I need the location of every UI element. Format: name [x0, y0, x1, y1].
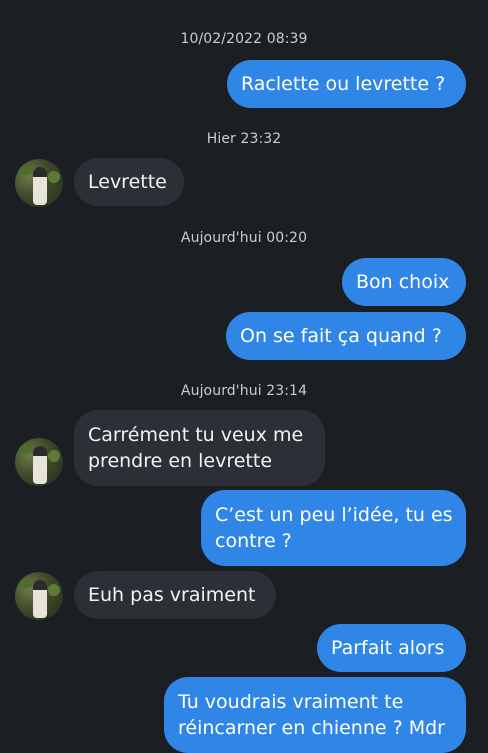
- message-text: Euh pas vraiment: [88, 584, 256, 606]
- timestamp: Aujourd'hui 00:20: [180, 230, 308, 246]
- message-text-line: C’est un peu l’idée, tu es: [215, 504, 453, 526]
- message-bubble-outgoing[interactable]: Parfait alors: [317, 624, 466, 672]
- message-bubble-outgoing[interactable]: Bon choix: [342, 258, 466, 306]
- message-text: Raclette ou levrette ?: [241, 73, 446, 95]
- message-text: Bon choix: [356, 271, 450, 293]
- contact-avatar[interactable]: [15, 159, 63, 207]
- message-bubble-outgoing[interactable]: Raclette ou levrette ?: [227, 60, 466, 108]
- message-bubble-outgoing[interactable]: C’est un peu l’idée, tu es contre ?: [201, 490, 466, 566]
- message-text-line: Tu voudrais vraiment te: [178, 691, 404, 713]
- message-text-line: contre ?: [215, 530, 292, 552]
- message-bubble-outgoing[interactable]: Tu voudrais vraiment te réincarner en ch…: [164, 677, 466, 753]
- message-text-line: prendre en levrette: [88, 450, 273, 472]
- message-bubble-incoming[interactable]: Carrément tu veux me prendre en levrette: [74, 410, 325, 486]
- message-bubble-incoming[interactable]: Euh pas vraiment: [74, 571, 276, 619]
- message-text: Levrette: [88, 171, 167, 193]
- contact-avatar[interactable]: [15, 438, 63, 486]
- timestamp: Aujourd'hui 23:14: [180, 383, 308, 399]
- message-text-line: Carrément tu veux me: [88, 424, 304, 446]
- message-text-line: réincarner en chienne ? Mdr: [178, 717, 445, 739]
- timestamp: Hier 23:32: [206, 131, 282, 147]
- contact-avatar[interactable]: [15, 572, 63, 620]
- message-text: On se fait ça quand ?: [240, 325, 442, 347]
- message-text: Parfait alors: [331, 637, 445, 659]
- message-bubble-incoming[interactable]: Levrette: [74, 158, 184, 206]
- message-bubble-outgoing[interactable]: On se fait ça quand ?: [226, 312, 466, 360]
- timestamp: 10/02/2022 08:39: [180, 31, 308, 47]
